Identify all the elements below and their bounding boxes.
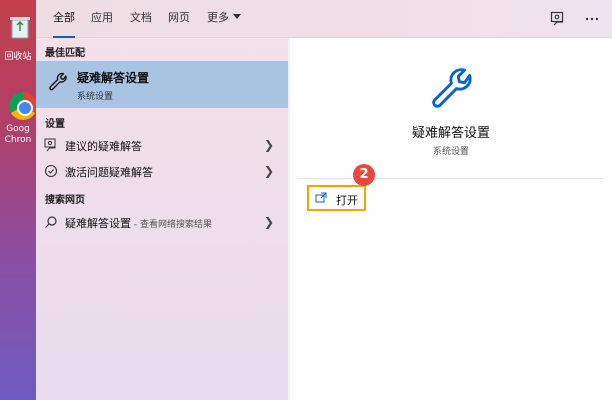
wrench-icon	[432, 68, 472, 108]
list-item-suggested-troubleshoot[interactable]: 建议的疑难解答 ❯	[36, 133, 288, 157]
chevron-right-icon[interactable]: ❯	[264, 215, 274, 229]
start-search-panel: 全部 应用 文档 网页 更多 最佳匹配 疑难解答设置 系统设置 设置 建议的疑难…	[36, 0, 612, 400]
best-match-subtitle: 系统设置	[77, 92, 114, 102]
preview-subtitle: 系统设置	[432, 147, 469, 157]
search-tab-bar: 全部 应用 文档 网页 更多	[36, 0, 612, 38]
tab-web[interactable]: 网页	[168, 0, 190, 38]
open-button-label: 打开	[336, 194, 358, 207]
web-search-label: 疑难解答设置 - 查看网络搜索结果	[65, 217, 212, 230]
person-feedback-icon	[44, 138, 56, 152]
tab-apps[interactable]: 应用	[91, 0, 113, 38]
divider	[298, 178, 604, 179]
chrome-label-line1: Goog	[6, 124, 30, 134]
chevron-down-icon	[233, 14, 241, 19]
recycle-bin-icon	[10, 17, 30, 39]
recycle-bin-label: 回收站	[4, 52, 32, 62]
preview-pane: 疑难解答设置 系统设置 打开 2	[290, 38, 612, 400]
check-circle-icon	[44, 164, 58, 178]
search-icon	[45, 216, 57, 228]
tab-documents[interactable]: 文档	[130, 0, 152, 38]
chevron-right-icon[interactable]: ❯	[264, 164, 274, 178]
wrench-icon	[49, 72, 67, 91]
results-list: 最佳匹配 疑难解答设置 系统设置 设置 建议的疑难解答 ❯ 激活问题疑难解答 ❯…	[36, 38, 288, 400]
list-item-activation-troubleshoot[interactable]: 激活问题疑难解答 ❯	[36, 159, 288, 183]
web-search-suffix: - 查看网络搜索结果	[131, 220, 212, 230]
tab-more[interactable]: 更多	[207, 0, 241, 38]
best-match-header: 最佳匹配	[45, 48, 85, 59]
open-button[interactable]: 打开	[307, 185, 366, 211]
list-item-label: 建议的疑难解答	[65, 140, 142, 153]
list-item-web-search[interactable]: 疑难解答设置 - 查看网络搜索结果 ❯	[36, 210, 288, 234]
more-options-icon[interactable]	[584, 11, 600, 27]
chrome-icon	[9, 92, 37, 120]
chrome-label-line2: Chron	[4, 135, 32, 145]
step-badge: 2	[353, 164, 375, 186]
tab-all[interactable]: 全部	[53, 0, 75, 38]
chevron-right-icon[interactable]: ❯	[264, 138, 274, 152]
feedback-icon[interactable]	[550, 11, 566, 27]
best-match-title: 疑难解答设置	[77, 71, 150, 85]
settings-header: 设置	[45, 119, 65, 130]
list-item-label: 激活问题疑难解答	[65, 166, 153, 179]
web-search-header: 搜索网页	[45, 195, 85, 206]
open-external-icon	[315, 192, 327, 203]
preview-title: 疑难解答设置	[411, 126, 490, 141]
best-match-result[interactable]: 疑难解答设置 系统设置	[36, 61, 288, 108]
